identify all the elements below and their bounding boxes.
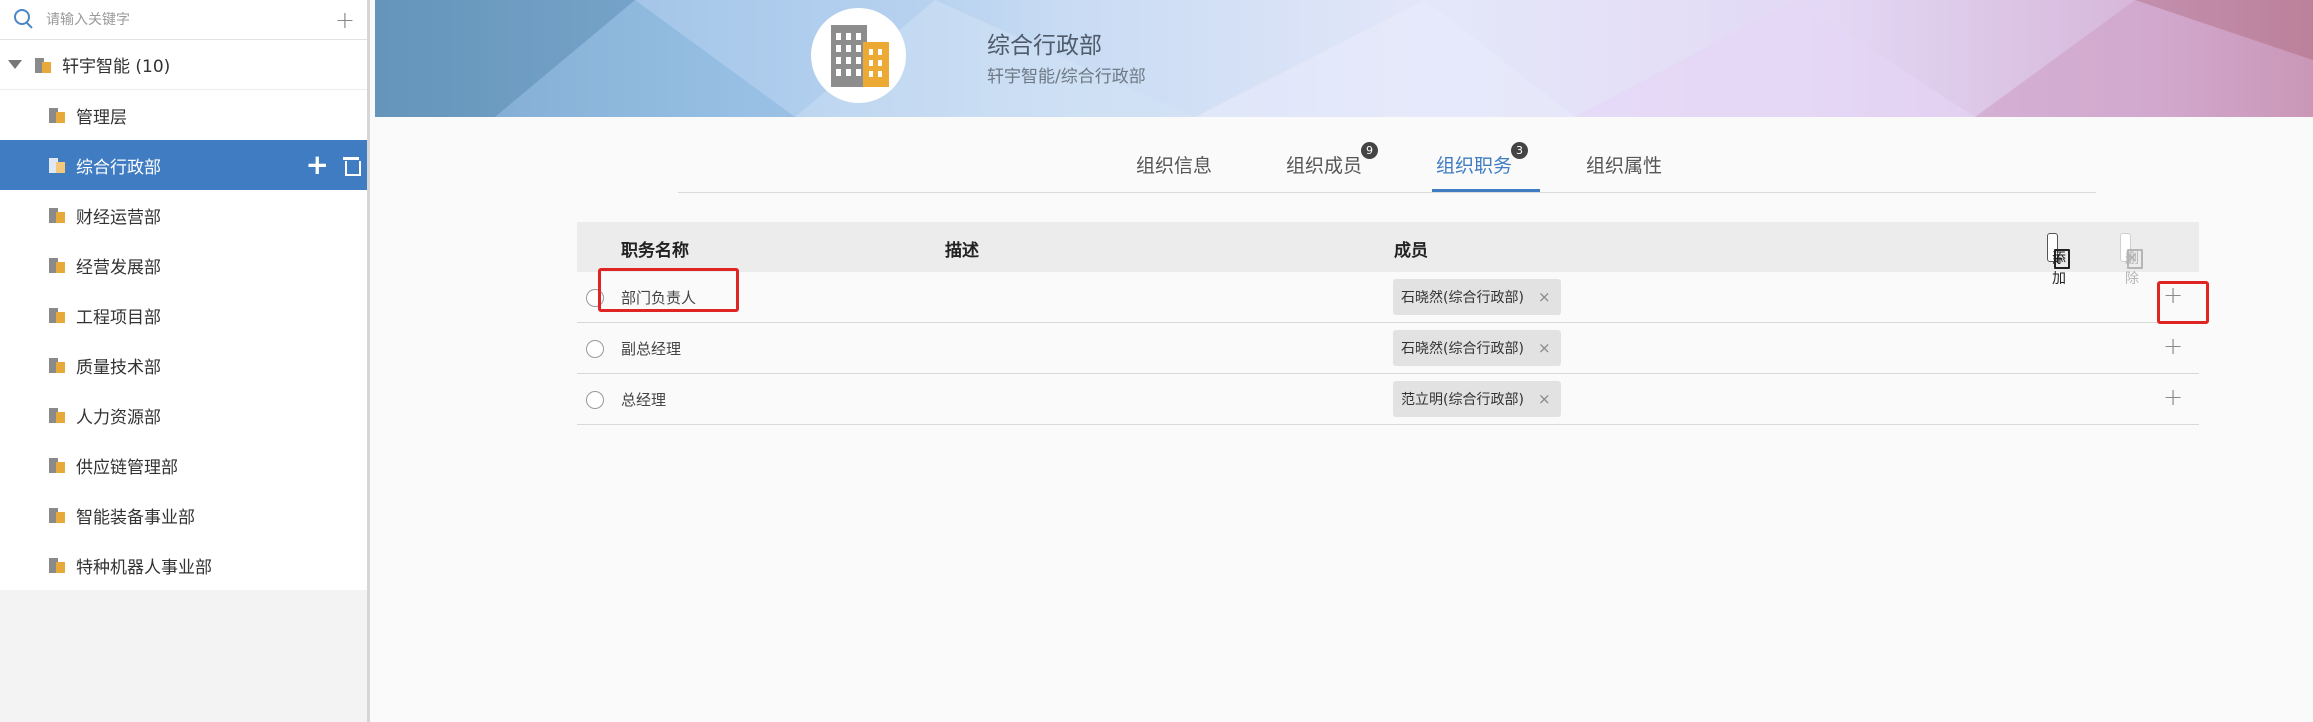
tree-item-management[interactable]: 管理层: [0, 90, 367, 140]
table-row[interactable]: 总经理 范立明(综合行政部) × +: [577, 374, 2199, 425]
column-header-name: 职务名称: [621, 241, 689, 261]
member-name: 范立明(综合行政部): [1401, 392, 1524, 408]
tree-item-engineering[interactable]: 工程项目部: [0, 290, 367, 340]
tree-root-node[interactable]: 轩宇智能 (10): [0, 40, 367, 90]
row-radio[interactable]: [586, 340, 604, 358]
tree-item-label: 智能装备事业部: [76, 507, 195, 528]
remove-member-close-icon[interactable]: ×: [1538, 339, 1551, 357]
positions-table: 职务名称 描述 成员 添加 删除 部门负责人 石晓然(综合行政部) × + 副总…: [577, 222, 2199, 425]
tab-label: 组织信息: [1136, 155, 1213, 177]
member-name: 石晓然(综合行政部): [1401, 341, 1524, 357]
tab-label: 组织成员: [1286, 155, 1363, 177]
tree-item-label: 供应链管理部: [76, 457, 178, 478]
building-icon: [48, 356, 66, 374]
org-header-banner: 综合行政部 轩宇智能/综合行政部: [375, 0, 2313, 117]
member-tag: 范立明(综合行政部) ×: [1393, 381, 1561, 417]
position-name: 副总经理: [621, 340, 682, 358]
org-path-breadcrumb: 轩宇智能/综合行政部: [987, 67, 1146, 87]
tree-item-quality[interactable]: 质量技术部: [0, 340, 367, 390]
trash-icon[interactable]: [343, 156, 361, 176]
member-name: 石晓然(综合行政部): [1401, 290, 1524, 306]
banner-polygon-background: [375, 0, 2313, 117]
tree-item-admin[interactable]: 综合行政部 +: [0, 140, 367, 190]
tab-label: 组织职务: [1436, 155, 1513, 177]
building-icon: [34, 56, 52, 74]
remove-member-close-icon[interactable]: ×: [1538, 288, 1551, 306]
tree-item-supply-chain[interactable]: 供应链管理部: [0, 440, 367, 490]
building-icon: [48, 206, 66, 224]
table-row[interactable]: 部门负责人 石晓然(综合行政部) × +: [577, 272, 2199, 323]
tab-org-info[interactable]: 组织信息: [1136, 151, 1212, 178]
org-logo-building-icon: [811, 8, 906, 103]
active-tab-indicator: [1432, 189, 1540, 192]
org-tree: 轩宇智能 (10) 管理层 综合行政部 + 财经运营部 经营发展部 工程项目部: [0, 40, 367, 590]
member-tag: 石晓然(综合行政部) ×: [1393, 279, 1561, 315]
tree-item-label: 人力资源部: [76, 407, 161, 428]
tree-item-smart-equipment[interactable]: 智能装备事业部: [0, 490, 367, 540]
building-icon: [48, 156, 66, 174]
tree-item-label: 财经运营部: [76, 207, 161, 228]
search-input[interactable]: [46, 11, 335, 28]
tree-item-label: 综合行政部: [76, 157, 161, 178]
tab-org-attributes[interactable]: 组织属性: [1586, 151, 1662, 178]
add-org-plus-icon[interactable]: +: [335, 8, 355, 32]
tree-item-finance[interactable]: 财经运营部: [0, 190, 367, 240]
tree-item-label: 工程项目部: [76, 307, 161, 328]
tree-root-label: 轩宇智能 (10): [62, 57, 171, 77]
delete-position-button[interactable]: 删除: [2120, 233, 2143, 287]
tree-item-label: 特种机器人事业部: [76, 557, 212, 578]
tab-label: 组织属性: [1586, 155, 1663, 177]
tree-item-label: 经营发展部: [76, 257, 161, 278]
row-radio[interactable]: [586, 391, 604, 409]
add-member-plus-icon[interactable]: +: [2163, 383, 2183, 411]
building-icon: [48, 556, 66, 574]
tree-item-actions: +: [306, 151, 361, 179]
search-bar: +: [0, 0, 367, 40]
caret-down-icon[interactable]: [8, 60, 22, 69]
highlight-box-position-name: [598, 268, 739, 312]
org-sidebar: + 轩宇智能 (10) 管理层 综合行政部 + 财经运营部 经营发展部: [0, 0, 370, 722]
table-header: 职务名称 描述 成员 添加 删除: [577, 222, 2199, 287]
building-icon: [48, 256, 66, 274]
count-badge: 3: [1511, 142, 1529, 159]
tree-item-hr[interactable]: 人力资源部: [0, 390, 367, 440]
add-position-button[interactable]: 添加: [2047, 233, 2070, 287]
column-header-members: 成员: [1394, 241, 1428, 261]
member-tag: 石晓然(综合行政部) ×: [1393, 330, 1561, 366]
building-icon: [48, 106, 66, 124]
tree-item-label: 质量技术部: [76, 357, 161, 378]
add-child-plus-icon[interactable]: +: [306, 151, 329, 179]
remove-member-close-icon[interactable]: ×: [1538, 390, 1551, 408]
tab-org-positions[interactable]: 组织职务 3: [1436, 142, 1529, 178]
tree-item-business[interactable]: 经营发展部: [0, 240, 367, 290]
table-row[interactable]: 副总经理 石晓然(综合行政部) × +: [577, 323, 2199, 374]
org-tabs: 组织信息 组织成员 9 组织职务 3 组织属性: [678, 135, 2096, 193]
highlight-box-add-member: [2157, 281, 2209, 324]
building-icon: [48, 456, 66, 474]
building-icon: [48, 406, 66, 424]
count-badge: 9: [1361, 142, 1379, 159]
tree-item-label: 管理层: [76, 107, 127, 128]
tree-item-special-robot[interactable]: 特种机器人事业部: [0, 540, 367, 590]
tab-org-members[interactable]: 组织成员 9: [1286, 142, 1379, 178]
position-name: 总经理: [621, 391, 667, 409]
building-icon: [48, 506, 66, 524]
page-title: 综合行政部: [987, 33, 1102, 59]
add-member-plus-icon[interactable]: +: [2163, 332, 2183, 360]
column-header-description: 描述: [945, 241, 979, 261]
building-icon: [48, 306, 66, 324]
search-icon[interactable]: [12, 8, 36, 32]
